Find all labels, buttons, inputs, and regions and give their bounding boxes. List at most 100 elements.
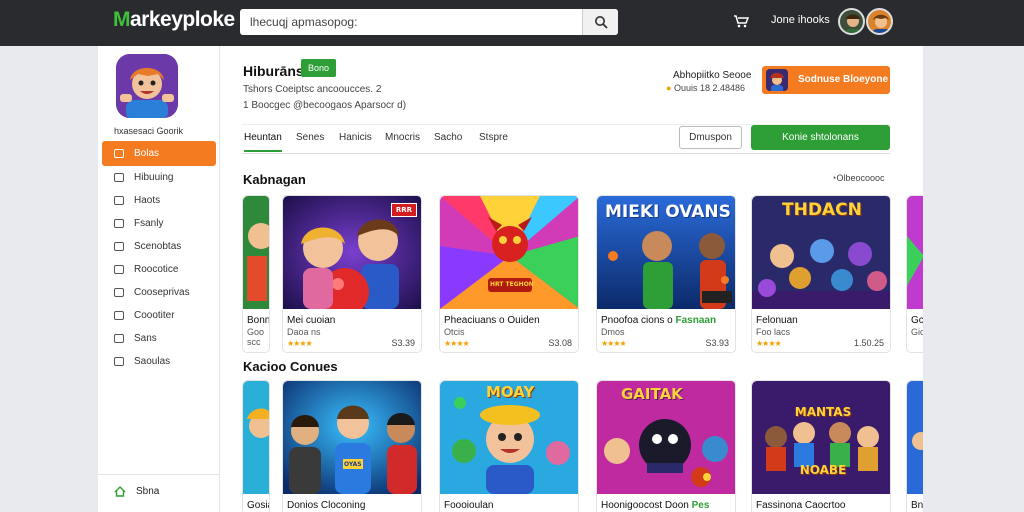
- game-card[interactable]: Bnc: [906, 380, 923, 512]
- game-title: Pheaciuans o Ouiden: [444, 315, 540, 326]
- rating-stars: ★★★★: [444, 339, 470, 348]
- home-icon: [114, 196, 124, 205]
- store-sub: ● Ouuis 18 2.48486: [666, 83, 746, 93]
- tab-heuntan[interactable]: Heuntan: [244, 132, 282, 152]
- primary-button[interactable]: Konie shtolonans: [751, 125, 890, 150]
- settings-icon: [114, 357, 124, 366]
- game-thumbnail: OYAS: [283, 381, 421, 494]
- avatar[interactable]: [866, 8, 893, 35]
- avatar[interactable]: [838, 8, 865, 35]
- game-thumbnail: GAITAK: [597, 381, 735, 494]
- game-subtitle: Dmos: [601, 327, 625, 337]
- chat-icon: [114, 149, 124, 158]
- tab-hanicis[interactable]: Hanicis: [339, 132, 372, 143]
- game-subtitle: Foo lacs: [756, 327, 791, 337]
- search-icon: [595, 16, 608, 29]
- game-card[interactable]: MANTAS NOABE Fassinona Caocrtoo: [751, 380, 891, 512]
- section-title: Kabnagan: [243, 172, 306, 187]
- tab-senes[interactable]: Senes: [296, 132, 324, 143]
- game-logo-text: MOAY: [486, 383, 535, 401]
- coin-icon: ●: [666, 83, 672, 93]
- game-card[interactable]: RRR Mei cuoian Daoa ns ★★★★ S3.39: [282, 195, 422, 353]
- promo-avatar: [766, 69, 788, 91]
- search-input[interactable]: lhecuqj apmasopog:: [250, 15, 357, 29]
- top-bar: Markeyploke lhecuqj apmasopog: Jone ihoo…: [0, 0, 1024, 46]
- sidebar-item-bolas[interactable]: Bolas: [102, 141, 216, 166]
- store-label: Abhopiitko Seooe: [673, 70, 752, 81]
- search-button[interactable]: [582, 9, 618, 35]
- sidebar-item-haots[interactable]: Haots: [102, 189, 216, 212]
- game-card[interactable]: Bonnln Goo scc: [242, 195, 270, 353]
- game-price: S3.39: [391, 338, 415, 348]
- game-card[interactable]: Gosia: [242, 380, 270, 512]
- sidebar-item-coootiter[interactable]: Coootiter: [102, 304, 216, 327]
- sidebar-item-fsanly[interactable]: Fsanly: [102, 212, 216, 235]
- rating-stars: ★★★★: [601, 339, 627, 348]
- sidebar-item-roocotice[interactable]: Roocotice: [102, 258, 216, 281]
- sidebar-item-saoulas[interactable]: Saoulas: [102, 350, 216, 373]
- game-thumbnail: [907, 196, 923, 309]
- user-name[interactable]: Jone ihooks: [771, 14, 830, 26]
- cube-icon: [114, 334, 124, 343]
- game-price: S3.08: [548, 338, 572, 348]
- search-bar[interactable]: lhecuqj apmasopog:: [240, 9, 618, 35]
- promo-button[interactable]: Sodnuse Bloeyone: [762, 66, 890, 94]
- list-icon: [114, 265, 124, 274]
- game-price: S3.93: [705, 338, 729, 348]
- sidebar-item-sans[interactable]: Sans: [102, 327, 216, 350]
- game-title: Mei cuoian: [287, 315, 336, 326]
- cart-icon: [114, 173, 124, 182]
- game-title: Gcs: [911, 315, 923, 326]
- profile-avatar[interactable]: [116, 54, 178, 118]
- profile-name: hxasesaci Goorik: [114, 126, 184, 136]
- game-card[interactable]: MOAY Foooioulan: [439, 380, 579, 512]
- game-logo-text: HRT TEGHON: [490, 281, 534, 288]
- game-title: Donios Cloconing: [287, 500, 366, 511]
- section-title: Kacioo Conues: [243, 359, 338, 374]
- sidebar-item-scenobtas[interactable]: Scenobtas: [102, 235, 216, 258]
- folder-icon: [114, 242, 124, 251]
- game-thumbnail: MOAY: [440, 381, 578, 494]
- game-logo-text: THDACN: [782, 200, 862, 220]
- game-title: Hoonigoocost Doon Pes: [601, 500, 710, 511]
- game-logo-text: OYAS: [344, 461, 362, 468]
- home-icon: [114, 486, 126, 497]
- game-thumbnail: [243, 381, 269, 494]
- game-title: Fassinona Caocrtoo: [756, 500, 846, 511]
- game-card[interactable]: THDACN Felonuan Foo lacs ★★★★ 1.50.25: [751, 195, 891, 353]
- sidebar-item-home[interactable]: Sbna: [114, 486, 159, 497]
- game-subtitle: Daoa ns: [287, 327, 321, 337]
- tab-stspre[interactable]: Stspre: [479, 132, 508, 143]
- tab-mnocris[interactable]: Mnocris: [385, 132, 420, 143]
- game-thumbnail: [907, 381, 923, 494]
- game-price: 1.50.25: [853, 338, 884, 348]
- game-thumbnail: THDACN: [752, 196, 890, 309]
- sidebar-item-cooseprivas[interactable]: Cooseprivas: [102, 281, 216, 304]
- rating-stars: ★★★★: [756, 339, 782, 348]
- game-card[interactable]: MIEKI OVANS Pnoofoa cions o Fasnaan Dmos…: [596, 195, 736, 353]
- game-logo-text: GAITAK: [621, 385, 683, 403]
- game-card[interactable]: Gcs Gic: [906, 195, 923, 353]
- sidebar-item-hibuuing[interactable]: Hibuuing: [102, 166, 216, 189]
- tab-sacho[interactable]: Sacho: [434, 132, 462, 143]
- game-badge: RRR: [390, 203, 417, 217]
- game-title: Pnoofoa cions o Fasnaan: [601, 315, 717, 326]
- game-title: Bonnln: [247, 315, 270, 326]
- game-card[interactable]: GAITAK Hoonigoocost Doon Pes: [596, 380, 736, 512]
- game-card[interactable]: OYAS Donios Cloconing: [282, 380, 422, 512]
- grid-icon: [114, 288, 124, 297]
- box-icon: [114, 311, 124, 320]
- sidebar-nav: Bolas Hibuuing Haots Fsanly Scenobtas Ro…: [102, 141, 216, 373]
- page-title: Hiburāns: [243, 63, 304, 79]
- status-badge: Bono: [301, 59, 337, 77]
- cart-icon[interactable]: [733, 14, 749, 28]
- see-all-link[interactable]: ◔Olbeocoooc: [831, 173, 884, 183]
- game-subtitle: Goo scc: [247, 327, 265, 347]
- header-meta: Tshors Coeiptsc ancooucces. 2: [243, 84, 382, 95]
- header-meta-secondary: 1 Boocgec @becoogaos Aparsocr d): [243, 100, 407, 111]
- game-thumbnail: MIEKI OVANS: [597, 196, 735, 309]
- brand-logo[interactable]: Markeyploke: [113, 8, 235, 32]
- secondary-button[interactable]: Dmuspon: [679, 126, 742, 149]
- sidebar: hxasesaci Goorik Bolas Hibuuing Haots Fs…: [98, 46, 220, 512]
- game-card[interactable]: HRT TEGHON Pheaciuans o Ouiden Otcis ★★★…: [439, 195, 579, 353]
